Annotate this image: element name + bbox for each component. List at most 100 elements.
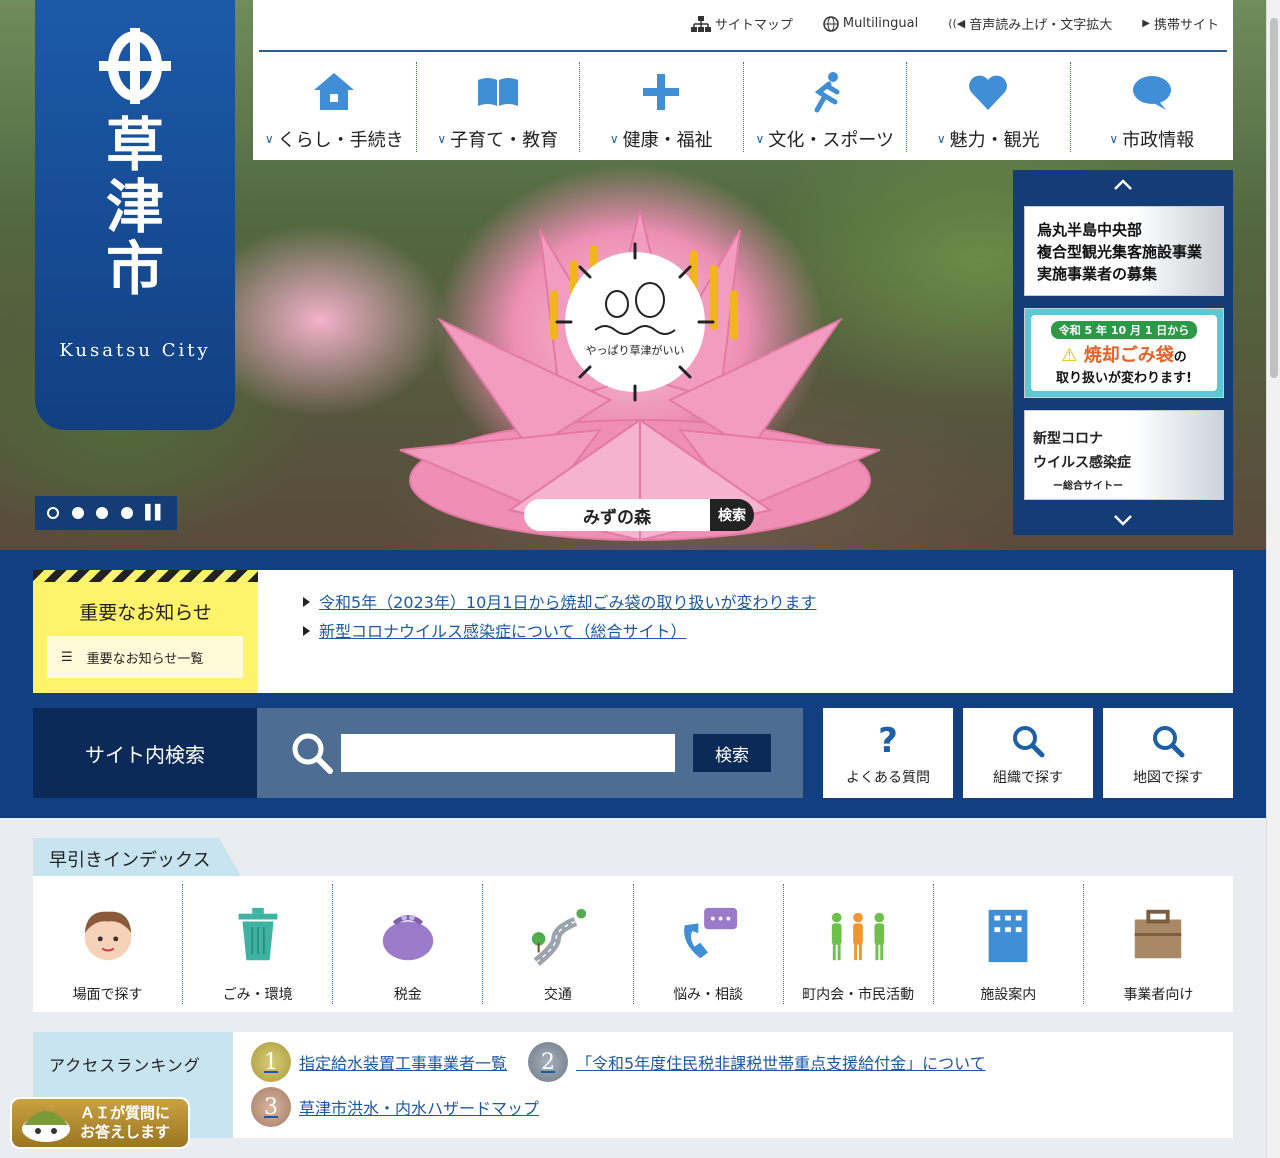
multilingual-link[interactable]: Multilingual <box>823 14 918 33</box>
ranking-item[interactable]: 1 指定給水装置工事事業者一覧 <box>251 1042 507 1082</box>
search-by-org-button[interactable]: 組織で探す <box>963 708 1093 798</box>
chevron-up-icon[interactable] <box>1013 170 1233 200</box>
banner-karasuma[interactable]: 烏丸半島中央部 複合型観光集客施設事業 実施事業者の募集 <box>1024 206 1224 296</box>
ranking-link[interactable]: 「令和5年度住民税非課税世帯重点支援給付金」について <box>576 1050 986 1074</box>
ranking-item[interactable]: 3 草津市洪水・内水ハザードマップ <box>251 1087 539 1127</box>
list-icon: ☰ <box>61 649 73 665</box>
header-box: サイトマップ Multilingual ((◀ 音声読み上げ・文字拡大 ▶ 携帯… <box>253 0 1233 160</box>
index-item-business[interactable]: 事業者向け <box>1084 884 1233 1004</box>
nav-item-culture[interactable]: ∨ 文化・スポーツ <box>744 62 907 152</box>
slide-dot[interactable] <box>47 507 60 519</box>
magnifier-icon <box>1153 726 1185 758</box>
nav-label: 市政情報 <box>1122 130 1195 151</box>
keyword-search[interactable]: みずの森 検索 <box>524 499 754 531</box>
multilingual-label: Multilingual <box>842 16 919 31</box>
search-icon <box>292 733 333 774</box>
chevron-down-icon: ∨ <box>609 132 619 146</box>
speaker-icon: ((◀ <box>948 17 966 30</box>
faq-button[interactable]: ? よくある質問 <box>823 708 953 798</box>
ranking-link[interactable]: 草津市洪水・内水ハザードマップ <box>299 1095 539 1119</box>
warning-icon: ⚠ <box>1061 345 1078 366</box>
mobile-site-link[interactable]: ▶ 携帯サイト <box>1142 14 1219 33</box>
ai-button-line: ＡＩが質問に <box>80 1104 171 1122</box>
index-label: 交通 <box>543 987 572 1003</box>
road-icon <box>531 908 587 966</box>
chevron-down-icon[interactable] <box>1013 505 1233 535</box>
accessibility-label: 音声読み上げ・文字拡大 <box>969 18 1113 33</box>
nav-item-attractions[interactable]: ∨ 魅力・観光 <box>907 62 1071 152</box>
search-label: サイト内検索 <box>33 708 257 798</box>
search-by-map-button[interactable]: 地図で探す <box>1103 708 1233 798</box>
nav-item-health[interactable]: ∨ 健康・福祉 <box>580 62 744 152</box>
slide-dot[interactable] <box>120 507 133 519</box>
global-nav: ∨ くらし・手続き ∨ 子育て・教育 ∨ 健康・福祉 ∨ 文化・スポーツ ∨ 魅力・観光 … <box>253 62 1233 152</box>
nav-item-government[interactable]: ∨ 市政情報 <box>1071 62 1234 152</box>
slider-controls: ▌▌ <box>35 496 177 530</box>
logo-char: 市 <box>105 235 164 303</box>
search-input[interactable] <box>341 734 675 772</box>
banner-line: 烏丸半島中央部 <box>1037 221 1143 239</box>
index-item-garbage[interactable]: ごみ・環境 <box>183 884 334 1004</box>
keyword-text: みずの森 <box>524 499 710 531</box>
banner-subtitle: ー総合サイトー <box>1053 481 1123 492</box>
trash-can-icon <box>238 907 278 961</box>
index-label: 税金 <box>393 987 422 1003</box>
slide-dot[interactable] <box>71 507 84 519</box>
utility-links: サイトマップ Multilingual ((◀ 音声読み上げ・文字拡大 ▶ 携帯… <box>690 14 1219 33</box>
banner-headline: 焼却ごみ袋 <box>1083 345 1174 366</box>
slogan-badge-icon: やっぱり草津がいい <box>555 242 715 402</box>
accessibility-link[interactable]: ((◀ 音声読み上げ・文字拡大 <box>948 14 1112 33</box>
notice-link[interactable]: 新型コロナウイルス感染症について（総合サイト） <box>303 617 816 646</box>
speech-bubble-icon <box>1132 76 1171 110</box>
logo-char: 津 <box>105 173 164 241</box>
ai-button-line: お答えします <box>80 1123 171 1141</box>
book-icon <box>477 78 518 106</box>
plus-icon <box>643 74 680 110</box>
notice-link[interactable]: 令和5年（2023年）10月1日から焼却ごみ袋の取り扱いが変わります <box>303 588 816 617</box>
slide-dot[interactable] <box>96 507 109 519</box>
banner-line: 新型コロナ <box>1033 431 1103 447</box>
index-item-tax[interactable]: 税金 <box>333 884 484 1004</box>
chevron-down-icon: ∨ <box>264 132 274 146</box>
pause-icon[interactable]: ▌▌ <box>145 505 166 521</box>
nav-label: 文化・スポーツ <box>768 130 894 151</box>
phone-chat-icon <box>684 907 738 959</box>
question-icon: ? <box>878 721 898 761</box>
sitemap-link[interactable]: サイトマップ <box>690 14 793 33</box>
banner-garbage-bag[interactable]: 令和 5 年 10 月 1 日から ⚠ 焼却ごみ袋の 取り扱いが変わります! <box>1024 308 1224 398</box>
banner-tag: 令和 5 年 10 月 1 日から <box>1050 321 1198 339</box>
scrollbar[interactable] <box>1266 0 1280 1158</box>
keyword-search-button[interactable]: 検索 <box>710 499 754 531</box>
important-notice: 重要なお知らせ ☰ 重要なお知らせ一覧 令和5年（2023年）10月1日から焼却… <box>33 570 1233 693</box>
access-ranking: アクセスランキング 1 指定給水装置工事事業者一覧 2 「令和5年度住民税非課税… <box>33 1032 1233 1138</box>
rank-medal-icon: 3 <box>251 1087 291 1127</box>
index-item-traffic[interactable]: 交通 <box>483 884 634 1004</box>
ai-chat-button[interactable]: ＡＩが質問に お答えします <box>10 1097 190 1149</box>
city-logo[interactable]: 草 津 市 Kusatsu City <box>35 0 235 430</box>
heart-icon <box>969 75 1008 110</box>
city-emblem-icon <box>99 28 171 104</box>
nav-item-living[interactable]: ∨ くらし・手続き <box>253 62 417 152</box>
ranking-link[interactable]: 指定給水装置工事事業者一覧 <box>299 1050 507 1074</box>
banner-carousel: 烏丸半島中央部 複合型観光集客施設事業 実施事業者の募集 令和 5 年 10 月… <box>1013 170 1233 535</box>
chevron-down-icon: ∨ <box>1109 132 1119 146</box>
notice-list-button[interactable]: ☰ 重要なお知らせ一覧 <box>47 636 243 678</box>
rank-medal-icon: 2 <box>528 1042 568 1082</box>
index-item-facilities[interactable]: 施設案内 <box>934 884 1084 1004</box>
city-name-kanji: 草 津 市 <box>35 114 235 300</box>
index-item-consultation[interactable]: 悩み・相談 <box>634 884 784 1004</box>
index-item-community[interactable]: 町内会・市民活動 <box>784 884 934 1004</box>
runner-icon <box>814 72 840 113</box>
banner-line: 実施事業者の募集 <box>1037 265 1158 283</box>
ranking-item[interactable]: 2 「令和5年度住民税非課税世帯重点支援給付金」について <box>528 1042 986 1082</box>
nav-label: 子育て・教育 <box>450 130 559 151</box>
index-label: ごみ・環境 <box>222 987 293 1003</box>
scrollbar-thumb[interactable] <box>1270 18 1278 378</box>
index-label: 施設案内 <box>980 987 1037 1003</box>
banner-covid[interactable]: 新型コロナ ウイルス感染症 ー総合サイトー <box>1024 410 1224 500</box>
site-search: サイト内検索 検索 <box>33 708 803 798</box>
search-button[interactable]: 検索 <box>693 734 771 772</box>
nav-item-childcare[interactable]: ∨ 子育て・教育 <box>417 62 580 152</box>
index-item-scenes[interactable]: 場面で探す <box>33 884 184 1004</box>
building-icon <box>988 909 1028 963</box>
